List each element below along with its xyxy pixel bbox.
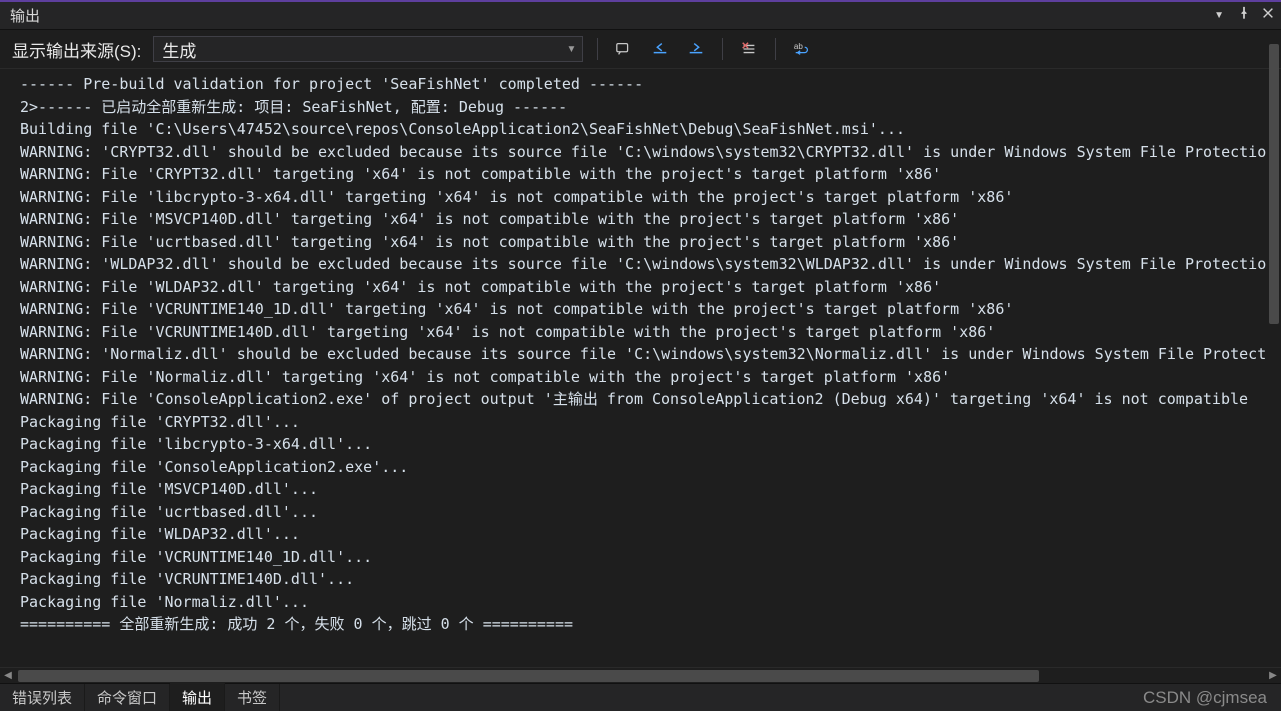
output-line: WARNING: File 'ConsoleApplication2.exe' … <box>20 388 1275 411</box>
output-source-select[interactable]: 生成 ▼ <box>153 36 583 62</box>
output-line: Packaging file 'VCRUNTIME140_1D.dll'... <box>20 546 1275 569</box>
svg-text:ab: ab <box>794 42 803 51</box>
output-line: Packaging file 'libcrypto-3-x64.dll'... <box>20 433 1275 456</box>
output-line: WARNING: File 'VCRUNTIME140_1D.dll' targ… <box>20 298 1275 321</box>
output-line: WARNING: File 'CRYPT32.dll' targeting 'x… <box>20 163 1275 186</box>
window-position-icon[interactable]: ▼ <box>1214 10 1224 21</box>
output-line: Packaging file 'ucrtbased.dll'... <box>20 501 1275 524</box>
bottom-tab-bar: 错误列表 命令窗口 输出 书签 CSDN @cjmsea <box>0 683 1281 711</box>
output-line: WARNING: 'WLDAP32.dll' should be exclude… <box>20 253 1275 276</box>
scroll-thumb[interactable] <box>18 670 1039 682</box>
horizontal-scrollbar[interactable]: ◀ ▶ <box>0 667 1281 683</box>
output-line: Packaging file 'VCRUNTIME140D.dll'... <box>20 568 1275 591</box>
panel-title: 输出 <box>10 5 40 26</box>
output-source-value: 生成 <box>162 37 196 62</box>
output-line: WARNING: File 'ucrtbased.dll' targeting … <box>20 231 1275 254</box>
output-line: Packaging file 'CRYPT32.dll'... <box>20 411 1275 434</box>
go-to-next-icon[interactable] <box>684 37 708 61</box>
tab-output[interactable]: 输出 <box>170 683 225 711</box>
find-message-icon[interactable] <box>612 37 636 61</box>
output-line: ========== 全部重新生成: 成功 2 个，失败 0 个，跳过 0 个 … <box>20 613 1275 636</box>
output-line: WARNING: File 'Normaliz.dll' targeting '… <box>20 366 1275 389</box>
panel-header-controls: ▼ <box>1214 6 1275 25</box>
output-line: WARNING: 'CRYPT32.dll' should be exclude… <box>20 141 1275 164</box>
output-line: Packaging file 'ConsoleApplication2.exe'… <box>20 456 1275 479</box>
scroll-track[interactable] <box>18 670 1263 682</box>
vertical-scroll-thumb[interactable] <box>1269 44 1279 324</box>
toolbar-separator <box>775 38 776 60</box>
output-toolbar: 显示输出来源(S): 生成 ▼ ab <box>0 30 1281 69</box>
output-line: WARNING: File 'MSVCP140D.dll' targeting … <box>20 208 1275 231</box>
output-line: ------ Pre-build validation for project … <box>20 73 1275 96</box>
tab-error-list[interactable]: 错误列表 <box>0 684 85 711</box>
pin-icon[interactable] <box>1237 6 1251 25</box>
output-line: WARNING: File 'libcrypto-3-x64.dll' targ… <box>20 186 1275 209</box>
chevron-down-icon: ▼ <box>566 44 576 55</box>
go-to-prev-icon[interactable] <box>648 37 672 61</box>
output-source-label: 显示输出来源(S): <box>12 37 141 62</box>
word-wrap-icon[interactable]: ab <box>790 37 814 61</box>
toolbar-separator <box>722 38 723 60</box>
output-line: Building file 'C:\Users\47452\source\rep… <box>20 118 1275 141</box>
close-icon[interactable] <box>1261 6 1275 25</box>
tab-bookmarks[interactable]: 书签 <box>225 684 280 711</box>
output-line: WARNING: File 'WLDAP32.dll' targeting 'x… <box>20 276 1275 299</box>
output-line: Packaging file 'MSVCP140D.dll'... <box>20 478 1275 501</box>
output-line: WARNING: File 'VCRUNTIME140D.dll' target… <box>20 321 1275 344</box>
toolbar-separator <box>597 38 598 60</box>
scroll-right-icon[interactable]: ▶ <box>1265 668 1281 684</box>
output-line: Packaging file 'Normaliz.dll'... <box>20 591 1275 614</box>
vertical-scrollbar[interactable] <box>1267 44 1281 344</box>
clear-all-icon[interactable] <box>737 37 761 61</box>
output-area: ------ Pre-build validation for project … <box>0 69 1281 683</box>
panel-header: 输出 ▼ <box>0 2 1281 30</box>
output-text[interactable]: ------ Pre-build validation for project … <box>0 69 1281 667</box>
output-line: Packaging file 'WLDAP32.dll'... <box>20 523 1275 546</box>
watermark-text: CSDN @cjmsea <box>1143 688 1281 708</box>
scroll-left-icon[interactable]: ◀ <box>0 668 16 684</box>
output-line: 2>------ 已启动全部重新生成: 项目: SeaFishNet, 配置: … <box>20 96 1275 119</box>
tabs-group: 错误列表 命令窗口 输出 书签 <box>0 684 280 711</box>
tab-command-window[interactable]: 命令窗口 <box>85 684 170 711</box>
output-line: WARNING: 'Normaliz.dll' should be exclud… <box>20 343 1275 366</box>
